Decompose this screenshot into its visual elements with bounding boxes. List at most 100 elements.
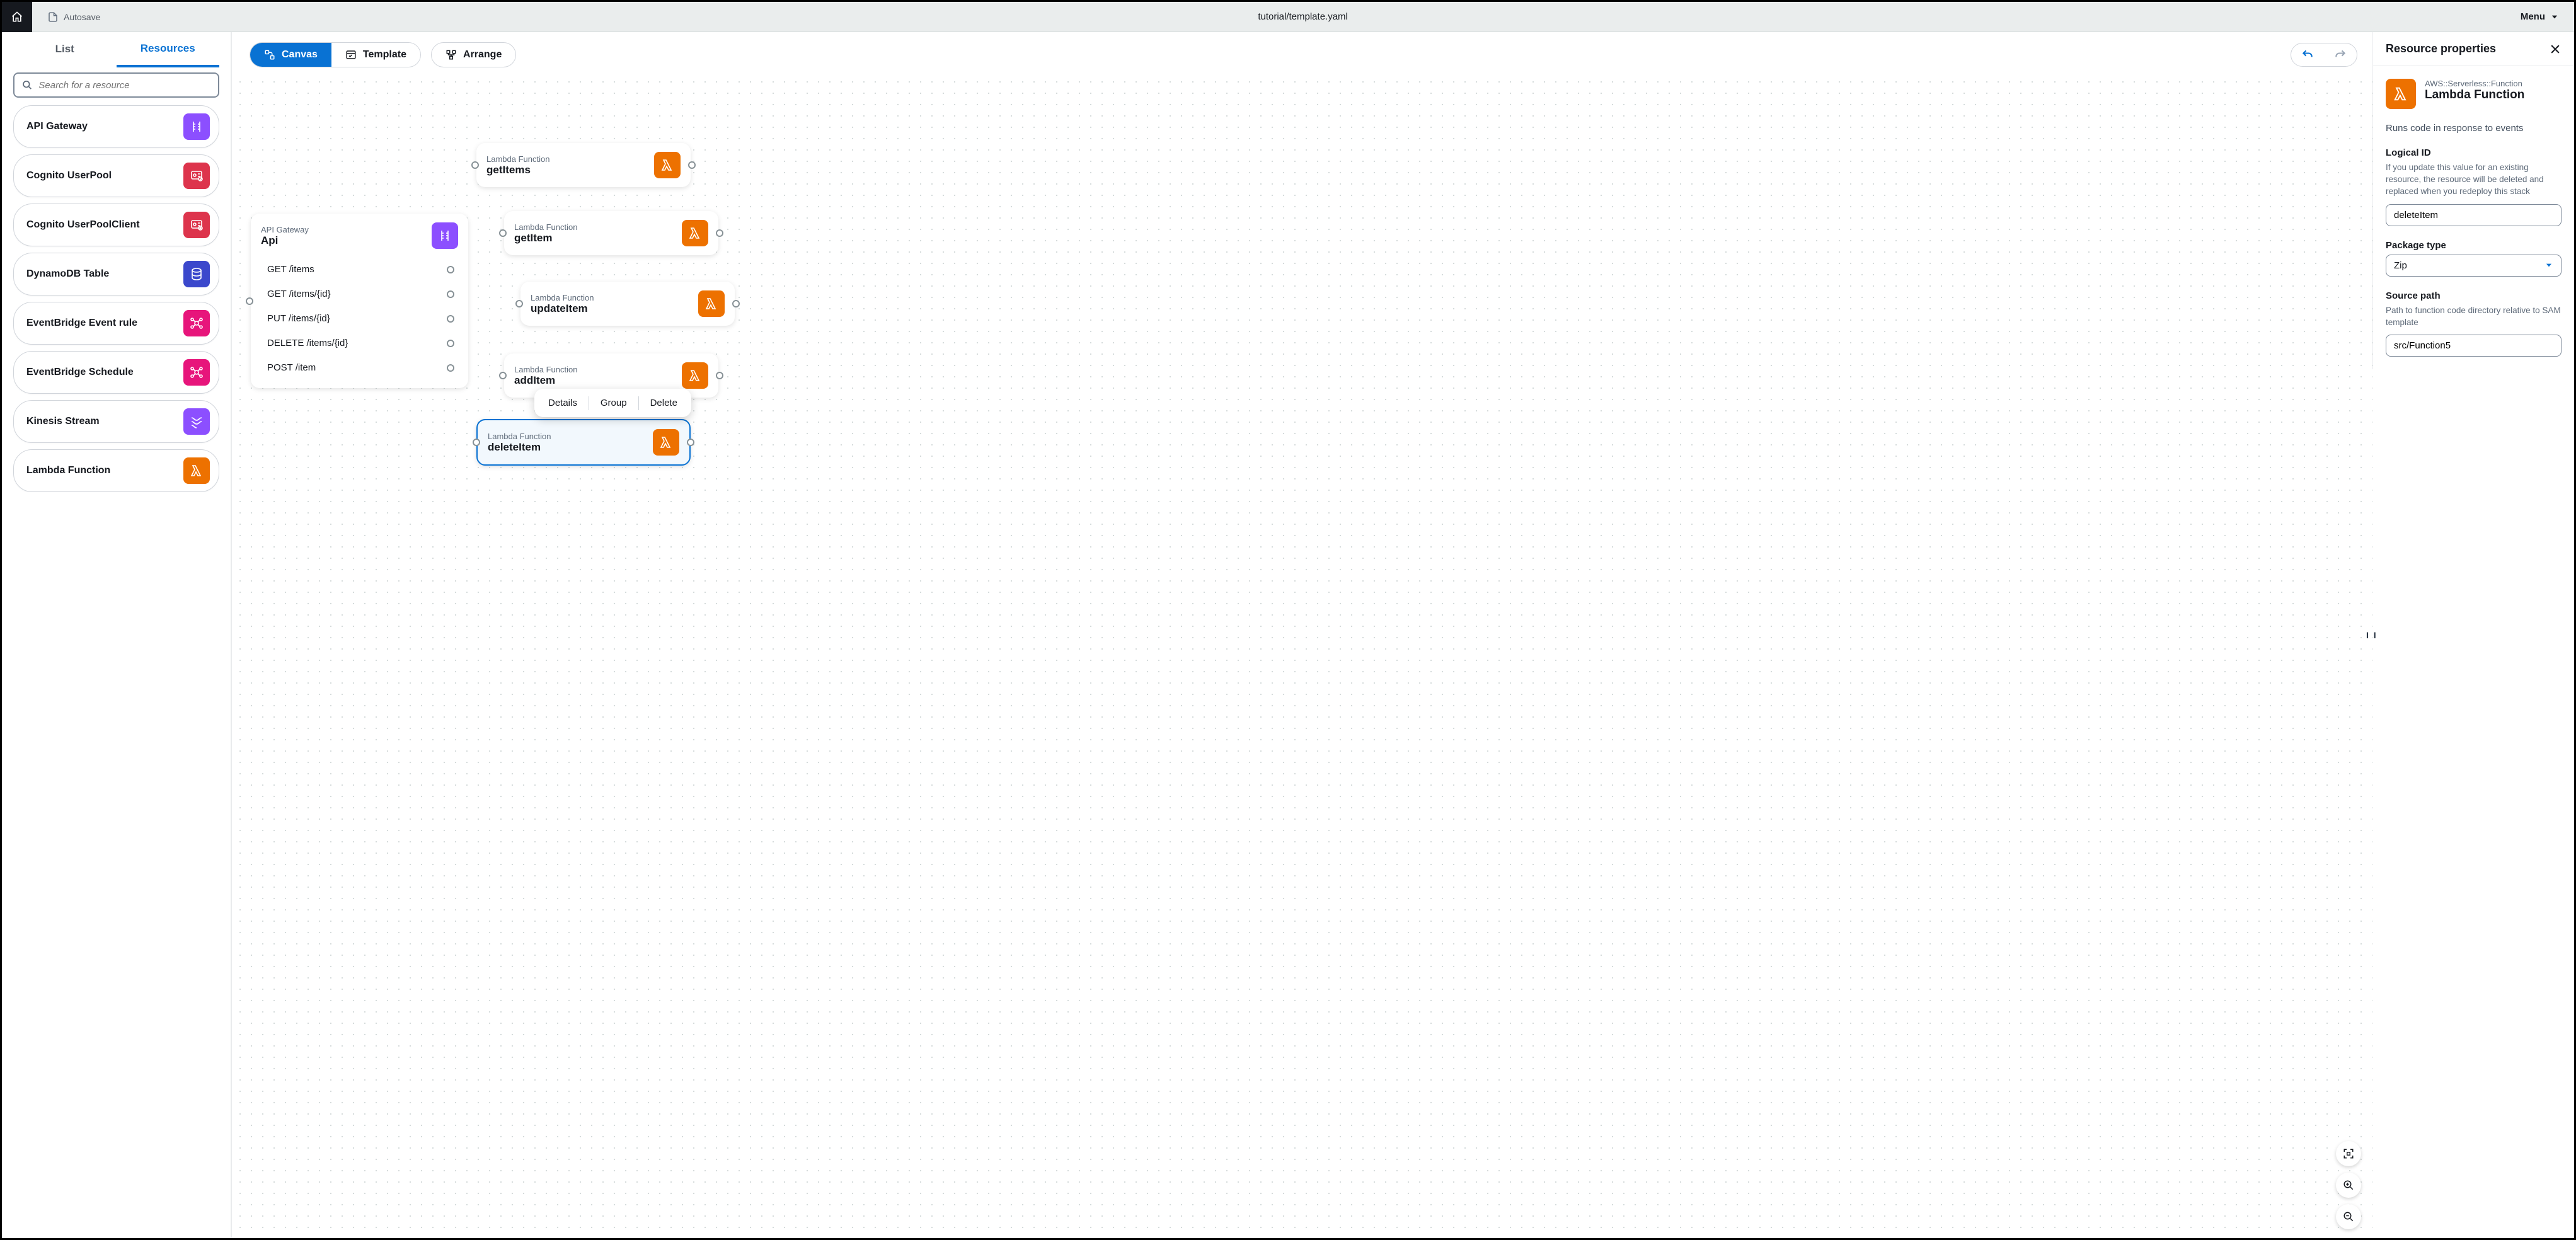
autosave-label: Autosave — [64, 12, 100, 22]
node-port[interactable] — [471, 161, 479, 169]
route-port[interactable] — [447, 364, 454, 372]
logical-id-input[interactable] — [2386, 204, 2562, 226]
node-lambda-deleteitem[interactable]: Lambda Function deleteItem — [476, 419, 691, 466]
node-name: Api — [261, 234, 309, 247]
resource-pill-label: Kinesis Stream — [26, 416, 100, 427]
api-route-label: GET /items/{id} — [267, 289, 331, 299]
node-port[interactable] — [732, 300, 740, 307]
package-type-label: Package type — [2386, 240, 2562, 251]
zoom-in-button[interactable] — [2336, 1173, 2361, 1198]
route-port[interactable] — [447, 290, 454, 298]
resource-pill-dynamodb-table[interactable]: DynamoDB Table — [13, 253, 219, 296]
resource-pill-label: Cognito UserPoolClient — [26, 219, 140, 231]
redo-button[interactable] — [2324, 43, 2357, 66]
menu-button[interactable]: Menu — [2505, 11, 2574, 22]
file-icon — [47, 11, 59, 23]
api-route-label: POST /item — [267, 362, 316, 373]
api-route[interactable]: DELETE /items/{id} — [261, 331, 458, 355]
node-port[interactable] — [499, 372, 507, 379]
tab-resources[interactable]: Resources — [117, 32, 220, 67]
context-group[interactable]: Group — [589, 393, 638, 413]
node-port[interactable] — [716, 372, 723, 379]
api-route[interactable]: GET /items — [261, 258, 458, 281]
resource-pill-cognito-userpoolclient[interactable]: Cognito UserPoolClient — [13, 204, 219, 246]
menu-label: Menu — [2521, 11, 2545, 22]
properties-title: Resource properties — [2386, 42, 2496, 55]
search-icon — [22, 79, 32, 91]
resource-pill-label: DynamoDB Table — [26, 268, 109, 280]
close-properties-button[interactable] — [2549, 43, 2562, 55]
route-port[interactable] — [447, 315, 454, 323]
node-port[interactable] — [687, 439, 694, 446]
source-path-label: Source path — [2386, 290, 2562, 301]
zoom-out-icon — [2343, 1211, 2354, 1222]
resource-pill-lambda-function[interactable]: Lambda Function — [13, 449, 219, 492]
resource-pill-eventbridge-event-rule[interactable]: EventBridge Event rule — [13, 302, 219, 345]
resource-pill-label: API Gateway — [26, 121, 88, 132]
eventbridge-icon — [183, 310, 210, 336]
lambda-icon — [653, 429, 679, 456]
resource-pill-api-gateway[interactable]: API Gateway — [13, 105, 219, 148]
node-api-gateway[interactable]: API Gateway Api GET /items GET /items/{id… — [251, 214, 468, 388]
document-title: tutorial/template.yaml — [100, 11, 2505, 22]
node-port[interactable] — [473, 439, 480, 446]
node-port[interactable] — [515, 300, 523, 307]
resource-pill-label: EventBridge Event rule — [26, 318, 137, 329]
canvas-view-button[interactable]: Canvas — [250, 43, 331, 67]
api-route[interactable]: PUT /items/{id} — [261, 307, 458, 330]
fit-view-icon — [2343, 1148, 2354, 1159]
caret-down-icon — [2544, 261, 2553, 270]
kinesis-icon — [183, 408, 210, 435]
node-type-label: Lambda Function — [514, 222, 577, 232]
resource-search[interactable] — [13, 72, 219, 98]
autosave-indicator: Autosave — [32, 11, 100, 23]
search-input[interactable] — [38, 80, 210, 91]
dynamodb-icon — [183, 261, 210, 287]
undo-icon — [2301, 49, 2314, 61]
context-details[interactable]: Details — [537, 393, 589, 413]
template-view-button[interactable]: Template — [331, 43, 420, 67]
panel-resize-handle[interactable]: I I — [2366, 630, 2378, 640]
node-type-label: Lambda Function — [486, 154, 549, 164]
lambda-icon — [2386, 79, 2416, 109]
api-route[interactable]: POST /item — [261, 356, 458, 379]
design-canvas[interactable]: API Gateway Api GET /items GET /items/{id… — [232, 74, 2372, 1238]
package-type-select[interactable]: Zip — [2386, 255, 2562, 277]
node-port[interactable] — [688, 161, 696, 169]
api-route[interactable]: GET /items/{id} — [261, 282, 458, 306]
node-lambda-getitem[interactable]: Lambda Function getItem — [504, 211, 718, 255]
resource-pill-eventbridge-schedule[interactable]: EventBridge Schedule — [13, 351, 219, 394]
view-mode-segment: Canvas Template — [250, 42, 421, 67]
arrange-button[interactable]: Arrange — [431, 42, 516, 67]
resource-pill-label: Lambda Function — [26, 465, 110, 476]
node-port[interactable] — [716, 229, 723, 237]
zoom-out-button[interactable] — [2336, 1204, 2361, 1229]
undo-button[interactable] — [2291, 43, 2324, 66]
node-lambda-getitems[interactable]: Lambda Function getItems — [476, 143, 691, 187]
close-icon — [2549, 43, 2562, 55]
home-button[interactable] — [2, 2, 32, 32]
lambda-icon — [682, 362, 708, 389]
route-port[interactable] — [447, 340, 454, 347]
route-port[interactable] — [447, 266, 454, 273]
lambda-icon — [654, 152, 681, 178]
template-icon — [345, 49, 357, 60]
fit-view-button[interactable] — [2336, 1141, 2361, 1166]
api-route-label: GET /items — [267, 264, 314, 275]
node-type-label: API Gateway — [261, 225, 309, 234]
node-lambda-updateitem[interactable]: Lambda Function updateItem — [520, 282, 735, 326]
package-type-value: Zip — [2394, 260, 2407, 271]
resource-pill-cognito-userpool[interactable]: Cognito UserPool — [13, 154, 219, 197]
source-path-input[interactable] — [2386, 335, 2562, 357]
context-delete[interactable]: Delete — [639, 393, 689, 413]
node-context-menu: Details Group Delete — [534, 389, 691, 417]
node-name: updateItem — [531, 302, 594, 315]
api-route-label: DELETE /items/{id} — [267, 338, 348, 348]
tab-list[interactable]: List — [13, 32, 117, 67]
node-port[interactable] — [499, 229, 507, 237]
arrange-icon — [446, 49, 457, 60]
api-gateway-icon — [432, 222, 458, 249]
node-port[interactable] — [246, 297, 253, 305]
canvas-icon — [264, 49, 275, 60]
resource-pill-kinesis-stream[interactable]: Kinesis Stream — [13, 400, 219, 443]
